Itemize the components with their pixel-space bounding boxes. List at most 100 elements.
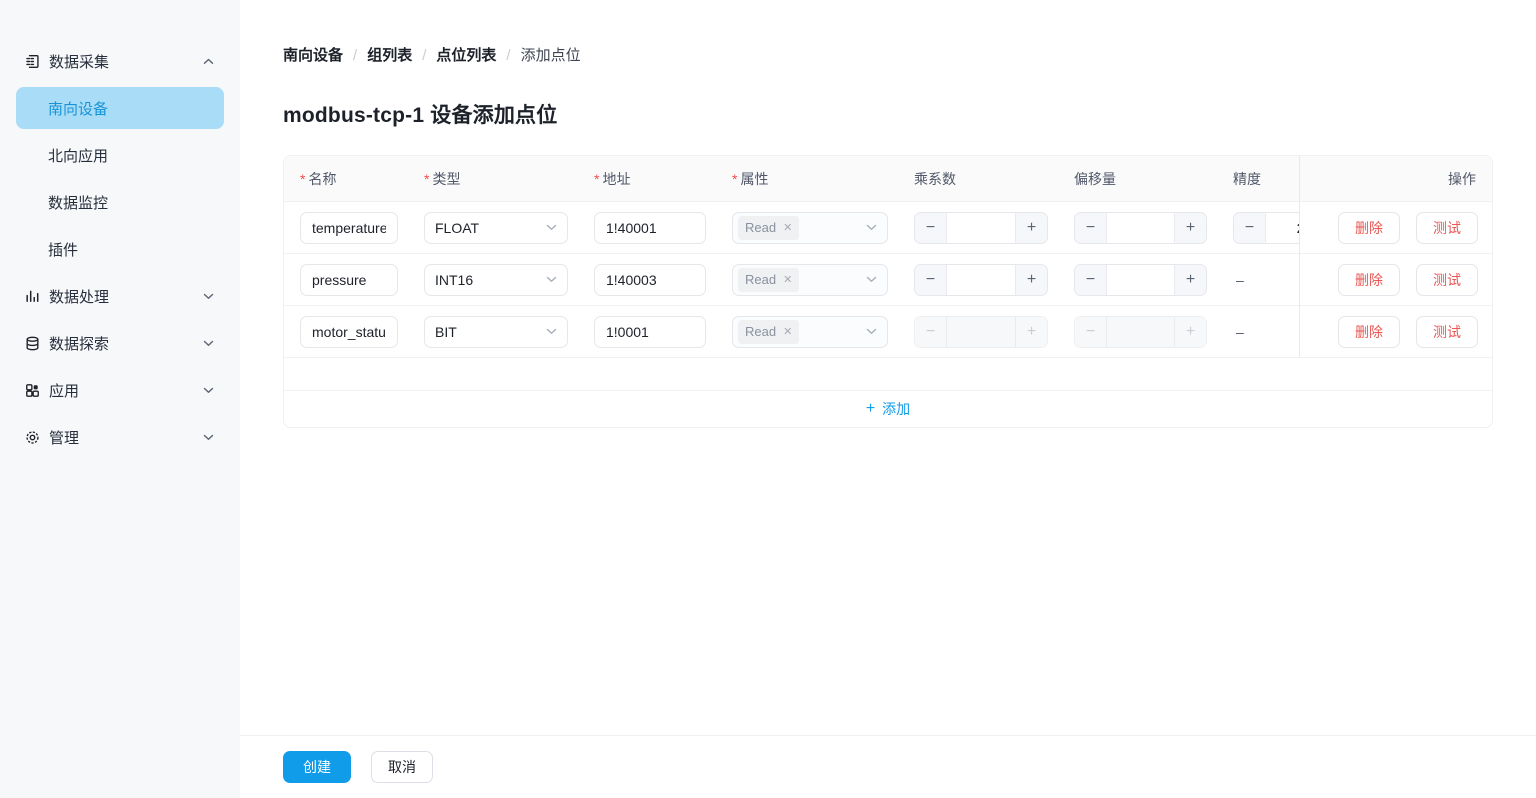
minus-button[interactable]: − (1234, 213, 1266, 243)
stepper-value[interactable] (947, 265, 1015, 295)
fixed-body: 删除测试删除测试删除测试 (1300, 202, 1492, 358)
sidebar-item-label: 数据处理 (49, 286, 109, 307)
app-window: 数据采集南向设备北向应用数据监控插件数据处理数据探索应用管理 南向设备/组列表/… (0, 0, 1536, 798)
remove-tag-icon[interactable]: ✕ (783, 325, 792, 338)
type-select[interactable]: FLOAT (424, 212, 568, 244)
column-label: 偏移量 (1074, 169, 1116, 189)
plus-button: + (1174, 317, 1206, 347)
name-input[interactable] (300, 212, 398, 244)
address-input[interactable] (594, 264, 706, 296)
sidebar-item-data-collect[interactable]: 数据采集 (16, 40, 224, 82)
attribute-select[interactable]: Read ✕ (732, 212, 888, 244)
create-button[interactable]: 创建 (283, 751, 351, 783)
test-button[interactable]: 测试 (1416, 212, 1478, 244)
plus-button[interactable]: + (1015, 265, 1047, 295)
name-input[interactable] (300, 264, 398, 296)
minus-button[interactable]: − (915, 265, 947, 295)
number-stepper: −+ (914, 264, 1048, 296)
breadcrumb-item[interactable]: 点位列表 (436, 47, 496, 65)
sidebar-item-data-monitoring[interactable]: 数据监控 (16, 181, 224, 223)
attribute-tag: Read ✕ (738, 216, 799, 240)
remove-tag-icon[interactable]: ✕ (783, 273, 792, 286)
delete-button[interactable]: 删除 (1338, 212, 1400, 244)
chevron-down-icon (546, 328, 557, 335)
chevron-down-icon (203, 434, 214, 441)
stepper-value[interactable] (1107, 265, 1174, 295)
plus-button: + (1015, 317, 1047, 347)
stepper-value[interactable] (947, 213, 1015, 243)
delete-button[interactable]: 删除 (1338, 264, 1400, 296)
table-row-actions: 删除测试 (1300, 306, 1492, 358)
delete-button[interactable]: 删除 (1338, 316, 1400, 348)
plus-button[interactable]: + (1174, 213, 1206, 243)
sidebar-item-data-processing[interactable]: 数据处理 (16, 275, 224, 317)
breadcrumb-separator: / (506, 47, 510, 65)
chevron-down-icon (203, 340, 214, 347)
type-select[interactable]: INT16 (424, 264, 568, 296)
name-input[interactable] (300, 316, 398, 348)
minus-button[interactable]: − (1075, 265, 1107, 295)
test-button[interactable]: 测试 (1416, 264, 1478, 296)
sidebar-item-label: 南向设备 (48, 98, 108, 119)
sidebar-item-plugins[interactable]: 插件 (16, 228, 224, 270)
address-input[interactable] (594, 212, 706, 244)
required-mark: * (732, 171, 737, 187)
sidebar-item-apps[interactable]: 应用 (16, 369, 224, 411)
minus-button[interactable]: − (1075, 213, 1107, 243)
type-select-value: FLOAT (435, 220, 479, 236)
type-select-value: INT16 (435, 272, 473, 288)
plus-button[interactable]: + (1174, 265, 1206, 295)
column-header-multiplier: 乘系数 (914, 169, 1048, 189)
admin-icon (24, 429, 41, 446)
column-header-type: *类型 (424, 169, 568, 189)
remove-tag-icon[interactable]: ✕ (783, 221, 792, 234)
breadcrumb-item[interactable]: 组列表 (367, 47, 412, 65)
attribute-tag: Read✕ (738, 268, 799, 292)
attribute-tag-label: Read (745, 324, 776, 339)
sidebar-nav: 数据采集南向设备北向应用数据监控插件数据处理数据探索应用管理 (0, 0, 240, 798)
attribute-tag-label: Read (745, 220, 776, 235)
sidebar-item-management[interactable]: 管理 (16, 416, 224, 458)
precision-empty: – (1233, 272, 1244, 288)
breadcrumb: 南向设备/组列表/点位列表/添加点位 (283, 47, 1493, 65)
empty-row (284, 358, 1492, 391)
column-label: 属性 (740, 169, 768, 189)
breadcrumb-item[interactable]: 南向设备 (283, 47, 343, 65)
column-label: 地址 (602, 169, 630, 189)
chevron-down-icon (866, 276, 877, 283)
column-label: 乘系数 (914, 169, 956, 189)
number-stepper: −+ (914, 316, 1048, 348)
attribute-select[interactable]: Read✕ (732, 264, 888, 296)
column-header-offset: 偏移量 (1074, 169, 1207, 189)
stepper-value (1107, 317, 1174, 347)
chevron-down-icon (203, 387, 214, 394)
cancel-button[interactable]: 取消 (371, 751, 433, 783)
address-input[interactable] (594, 316, 706, 348)
column-header-address: *地址 (594, 169, 706, 189)
table-row-actions: 删除测试 (1300, 202, 1492, 254)
breadcrumb-item[interactable]: 添加点位 (521, 47, 581, 65)
stepper-value[interactable] (1107, 213, 1174, 243)
column-header-operation: 操作 (1300, 156, 1492, 202)
number-stepper: −+ (1074, 212, 1207, 244)
chevron-down-icon (866, 328, 877, 335)
test-button[interactable]: 测试 (1416, 316, 1478, 348)
breadcrumb-separator: / (422, 47, 426, 65)
type-select[interactable]: BIT (424, 316, 568, 348)
attribute-select[interactable]: Read ✕ (732, 316, 888, 348)
plus-button[interactable]: + (1015, 213, 1047, 243)
type-select-value: BIT (435, 324, 457, 340)
column-label: 类型 (432, 169, 460, 189)
column-label: 名称 (308, 169, 336, 189)
sidebar-item-data-exploration[interactable]: 数据探索 (16, 322, 224, 364)
add-point-button[interactable]: + 添加 (284, 391, 1492, 427)
points-table: *名称*类型*地址*属性乘系数偏移量精度 FLOATRead✕−+−+−2+IN… (283, 155, 1493, 428)
minus-button[interactable]: − (915, 213, 947, 243)
required-mark: * (594, 171, 599, 187)
sidebar-item-southbound-devices[interactable]: 南向设备 (16, 87, 224, 129)
attribute-tag: Read ✕ (738, 320, 799, 344)
collect-icon (24, 53, 41, 70)
sidebar-item-label: 数据采集 (49, 51, 109, 72)
plus-icon: + (866, 401, 875, 417)
sidebar-item-northbound-apps[interactable]: 北向应用 (16, 134, 224, 176)
